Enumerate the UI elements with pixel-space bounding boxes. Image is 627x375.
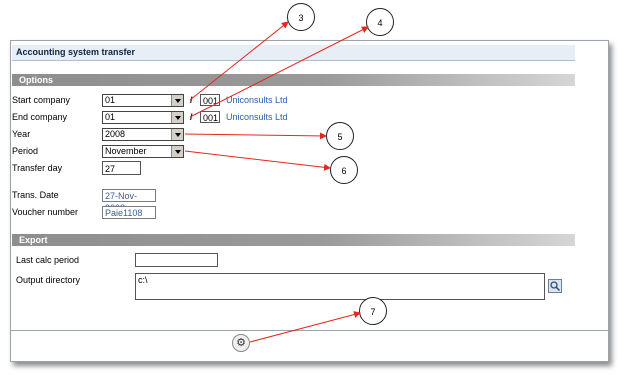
callout-arrows — [184, 21, 369, 343]
arrow-to-callout-7 — [249, 311, 361, 343]
arrow-to-callout-3 — [189, 21, 289, 101]
arrow-to-callout-6 — [184, 150, 331, 171]
arrow-to-callout-5 — [184, 132, 327, 140]
arrow-to-callout-4 — [189, 26, 369, 118]
